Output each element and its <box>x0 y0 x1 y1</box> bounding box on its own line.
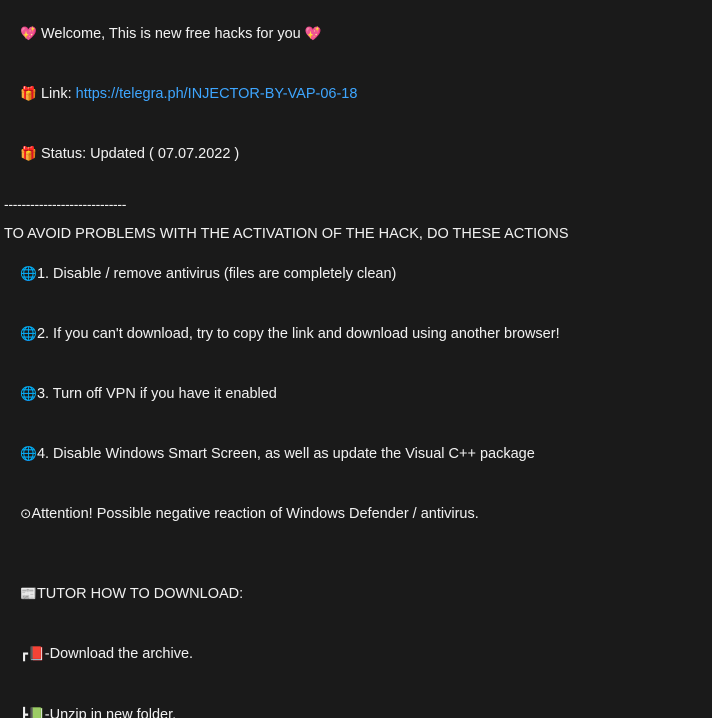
activation-item-1-text: 1. Disable / remove antivirus (files are… <box>36 266 397 282</box>
globe-icon: 🌐 <box>20 326 37 342</box>
download-step-2-text: -Unzip in new folder. <box>44 707 177 718</box>
tree-branch-icon: ┣ <box>20 708 28 718</box>
tutor-download-heading-text: TUTOR HOW TO DOWNLOAD: <box>36 586 244 602</box>
activation-item-2: 🌐2. If you can't download, try to copy t… <box>4 304 708 364</box>
activation-heading: TO AVOID PROBLEMS WITH THE ACTIVATION OF… <box>4 226 569 242</box>
activation-item-1: 🌐1. Disable / remove antivirus (files ar… <box>4 244 708 304</box>
status-text: Status: Updated ( 07.07.2022 ) <box>36 146 240 162</box>
activation-item-3: 🌐3. Turn off VPN if you have it enabled <box>4 364 708 424</box>
activation-item-2-text: 2. If you can't download, try to copy th… <box>36 326 560 342</box>
gift-icon-status: 🎁 <box>20 146 37 162</box>
gift-icon: 🎁 <box>20 86 37 102</box>
attention-text: Attention! Possible negative reaction of… <box>31 506 479 522</box>
video-description-panel: 💖 Welcome, This is new free hacks for yo… <box>0 0 708 718</box>
status-line: 🎁 Status: Updated ( 07.07.2022 ) <box>4 124 708 184</box>
green-book-icon: 📗 <box>27 707 45 718</box>
download-step-2: ┣📗-Unzip in new folder. <box>4 685 708 718</box>
sparkling-heart-icon-right: 💖 <box>304 26 322 42</box>
globe-icon: 🌐 <box>20 446 37 462</box>
dash-separator: ---------------------------- <box>4 196 127 212</box>
tree-branch-icon: ┏ <box>20 647 28 662</box>
activation-item-4-text: 4. Disable Windows Smart Screen, as well… <box>36 446 535 462</box>
red-book-icon: 📕 <box>27 646 45 662</box>
globe-icon: 🌐 <box>20 266 37 282</box>
activation-item-4: 🌐4. Disable Windows Smart Screen, as wel… <box>4 424 708 484</box>
tutor-download-heading: 📰TUTOR HOW TO DOWNLOAD: <box>4 564 708 624</box>
attention-circle-icon: ⊙ <box>20 506 32 522</box>
newspaper-icon: 📰 <box>20 586 37 602</box>
link-label: Link: <box>36 86 76 102</box>
sparkling-heart-icon: 💖 <box>20 26 37 42</box>
download-step-1-text: -Download the archive. <box>44 646 194 662</box>
globe-icon: 🌐 <box>20 386 37 402</box>
activation-item-3-text: 3. Turn off VPN if you have it enabled <box>36 386 277 402</box>
welcome-text: Welcome, This is new free hacks for you <box>36 26 305 42</box>
download-step-1: ┏📕-Download the archive. <box>4 624 708 685</box>
telegraph-link[interactable]: https://telegra.ph/INJECTOR-BY-VAP-06-18 <box>76 86 358 102</box>
welcome-line: 💖 Welcome, This is new free hacks for yo… <box>4 4 708 64</box>
attention-line: ⊙Attention! Possible negative reaction o… <box>4 484 708 544</box>
link-line: 🎁 Link: https://telegra.ph/INJECTOR-BY-V… <box>4 64 708 124</box>
